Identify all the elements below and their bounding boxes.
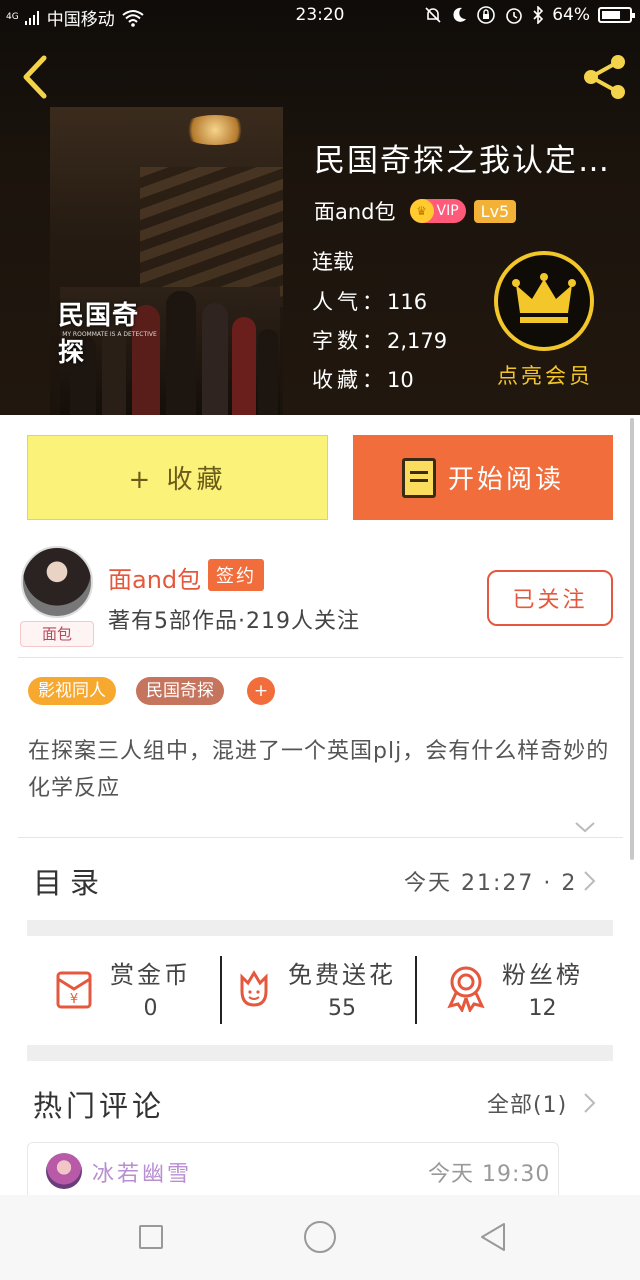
popularity-stat: 人气：116 (312, 286, 427, 316)
reward-coins-value: 0 (143, 996, 158, 1021)
send-flower-stat[interactable]: 免费送花 55 (234, 955, 396, 1021)
author-name[interactable]: 面and包 (108, 560, 201, 595)
flower-icon (240, 970, 268, 1007)
book-title: 民国奇探之我认定… (314, 143, 611, 179)
book-detail-content: + 收藏 开始阅读 面包 面and包 签约 著有5部作品·219人关注 已关注 … (0, 415, 640, 1195)
book-description: 在探案三人组中，混进了一个英国plj，会有什么样奇妙的化学反应 (28, 739, 610, 801)
svg-text:¥: ¥ (70, 992, 78, 1007)
wordcount-stat: 字数：2,179 (312, 325, 447, 355)
start-reading-button[interactable]: 开始阅读 (353, 435, 613, 520)
back-button[interactable] (18, 54, 52, 100)
tag-series[interactable]: 民国奇探 (136, 677, 224, 705)
all-comments-link[interactable]: 全部(1) (487, 1087, 567, 1119)
cover-subtitle: MY ROOMMATE IS A DETECTIVE (62, 331, 157, 338)
section-band (27, 920, 613, 936)
chevron-left-icon (23, 55, 47, 99)
book-icon (401, 457, 436, 498)
popularity-label: 人气： (312, 290, 387, 314)
crown-mini-icon: ♛ (409, 199, 434, 223)
scrollbar[interactable] (630, 418, 634, 860)
expand-chevron-down-icon[interactable] (573, 815, 597, 839)
wordcount-value: 2,179 (387, 329, 448, 353)
wordcount-label: 字数： (312, 329, 387, 353)
toc-title[interactable]: 目录 (33, 860, 107, 902)
favorites-label: 收藏： (312, 368, 387, 392)
share-button[interactable] (580, 52, 630, 102)
send-flower-text: 免费送花 55 (288, 955, 396, 1021)
toc-chevron-right-icon (584, 871, 596, 891)
reward-coins-text: 赏金币 0 (110, 955, 191, 1021)
start-reading-label: 开始阅读 (447, 465, 564, 495)
fan-ranking-label: 粉丝榜 (502, 961, 583, 989)
book-header: 4G 中国移动 23:20 64% 民国奇探 MY ROOMMATE IS A … (0, 0, 640, 415)
status-bar: 4G 中国移动 23:20 64% (0, 0, 640, 32)
popularity-value: 116 (387, 290, 428, 314)
commenter-name[interactable]: 冰若幽雪 (92, 1156, 192, 1188)
reward-coins-stat[interactable]: ¥ 赏金币 0 (50, 955, 191, 1021)
comment-time: 今天 19:30 (428, 1162, 551, 1187)
medal-icon (447, 966, 485, 1012)
fan-ranking-stat[interactable]: 粉丝榜 12 (444, 955, 583, 1021)
membership-label[interactable]: 点亮会员 (470, 360, 620, 390)
book-cover[interactable]: 民国奇探 MY ROOMMATE IS A DETECTIVE (50, 107, 283, 415)
fan-ranking-value: 12 (528, 996, 557, 1021)
author-row: 面and包 ♛ VIP Lv5 (314, 196, 517, 226)
moon-icon (453, 7, 467, 22)
author-works-summary: 著有5部作品·219人关注 (108, 609, 360, 634)
nav-back-triangle-icon[interactable] (478, 1221, 508, 1253)
hot-comments-title: 热门评论 (33, 1089, 166, 1123)
author-avatar[interactable] (21, 546, 93, 618)
stat-separator (220, 956, 222, 1024)
favorites-value: 10 (387, 368, 414, 392)
status-right: 64% (424, 5, 635, 25)
comments-chevron-right-icon (584, 1093, 596, 1113)
membership-button[interactable] (494, 251, 594, 351)
favorites-stat: 收藏：10 (312, 364, 414, 394)
comment-card[interactable]: 冰若幽雪 今天 19:30 (27, 1142, 559, 1195)
stat-separator (415, 956, 417, 1024)
serial-status: 连载 (312, 250, 354, 274)
vip-label: VIP (436, 203, 459, 219)
divider (18, 837, 623, 838)
send-flower-label: 免费送花 (288, 961, 396, 989)
fan-ranking-text: 粉丝榜 12 (502, 955, 583, 1021)
level-badge: Lv5 (473, 199, 517, 223)
home-button[interactable] (304, 1221, 336, 1253)
battery-icon (598, 7, 635, 23)
mute-bell-icon (425, 7, 441, 23)
share-icon (584, 55, 625, 99)
alarm-icon (506, 8, 523, 24)
commenter-avatar[interactable] (46, 1153, 82, 1189)
header-author-name[interactable]: 面and包 (314, 196, 396, 226)
add-tag-button[interactable]: + (247, 677, 275, 705)
battery-percent: 64% (552, 5, 590, 25)
cover-chandelier (180, 115, 250, 145)
divider (18, 657, 623, 658)
toc-latest-update[interactable]: 今天 21:27 · 2 (404, 865, 577, 897)
add-favorite-button[interactable]: + 收藏 (27, 435, 328, 520)
bluetooth-icon (533, 6, 544, 24)
cover-staircase (140, 167, 283, 307)
system-nav-bar (0, 1195, 640, 1280)
rotation-lock-icon (477, 6, 496, 24)
signed-badge: 签约 (208, 559, 264, 591)
send-flower-value: 55 (328, 996, 356, 1021)
recent-apps-button[interactable] (139, 1225, 163, 1249)
tag-fanfic[interactable]: 影视同人 (28, 677, 116, 705)
red-envelope-icon: ¥ (56, 971, 92, 1009)
section-band (27, 1045, 613, 1061)
vip-badge: ♛ VIP (409, 199, 466, 223)
reward-coins-label: 赏金币 (110, 961, 191, 989)
follow-button[interactable]: 已关注 (487, 570, 613, 626)
crown-icon (512, 273, 576, 323)
avatar-tag: 面包 (20, 621, 94, 647)
